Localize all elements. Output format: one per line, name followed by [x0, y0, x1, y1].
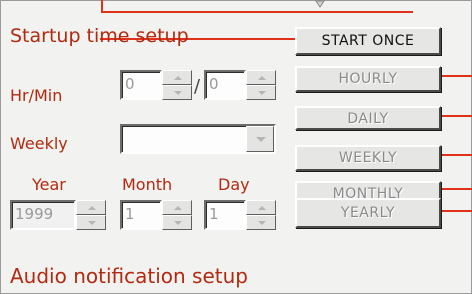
spin-up-icon	[174, 206, 182, 210]
start-once-label: START ONCE	[321, 33, 415, 49]
chevron-down-icon	[256, 137, 266, 142]
spin-down-icon	[258, 221, 266, 225]
day-up-button[interactable]	[246, 200, 276, 215]
daily-button[interactable]: DAILY	[295, 106, 441, 130]
time-separator: /	[194, 76, 201, 97]
minute-up-button[interactable]	[246, 70, 276, 85]
connector-line-yearly	[440, 210, 472, 212]
minute-down-button[interactable]	[246, 85, 276, 100]
year-value: 1999	[15, 205, 54, 223]
minute-spinner[interactable]	[246, 70, 276, 100]
month-up-button[interactable]	[162, 200, 192, 215]
hour-down-button[interactable]	[162, 85, 192, 100]
weekly-label: Weekly	[10, 134, 68, 153]
day-spinner[interactable]	[246, 200, 276, 230]
hour-input[interactable]: 0	[120, 70, 162, 100]
yearly-button[interactable]: YEARLY	[295, 198, 441, 228]
weekly-select[interactable]	[120, 124, 276, 154]
spin-down-icon	[258, 91, 266, 95]
hour-up-button[interactable]	[162, 70, 192, 85]
start-once-button[interactable]: START ONCE	[295, 27, 441, 55]
month-down-button[interactable]	[162, 215, 192, 230]
hourly-label: HOURLY	[338, 71, 398, 87]
hour-spinner[interactable]	[162, 70, 192, 100]
connector-line-weekly	[440, 154, 472, 156]
year-down-button[interactable]	[76, 215, 106, 230]
audio-section-title: Audio notification setup	[10, 264, 248, 288]
year-spinner[interactable]	[76, 200, 106, 230]
year-label: Year	[32, 175, 66, 194]
spin-up-icon	[258, 76, 266, 80]
startup-section-title: Startup time setup	[10, 25, 189, 47]
day-label: Day	[218, 175, 250, 194]
spin-up-icon	[88, 206, 96, 210]
weekly-dropdown-button[interactable]	[246, 126, 274, 152]
weekly-button[interactable]: WEEKLY	[295, 145, 441, 171]
day-input[interactable]: 1	[204, 200, 246, 230]
minute-value: 0	[209, 75, 219, 93]
hourly-button[interactable]: HOURLY	[295, 66, 441, 92]
connector-line-daily	[440, 115, 472, 117]
spin-up-icon	[174, 76, 182, 80]
month-label: Month	[122, 175, 173, 194]
year-up-button[interactable]	[76, 200, 106, 215]
connector-line-top-horizontal	[101, 11, 413, 13]
day-down-button[interactable]	[246, 215, 276, 230]
yearly-label: YEARLY	[340, 205, 396, 221]
spin-up-icon	[258, 206, 266, 210]
month-input[interactable]: 1	[120, 200, 162, 230]
weekly-button-label: WEEKLY	[338, 150, 398, 166]
drag-handle-icon[interactable]	[315, 0, 325, 8]
daily-label: DAILY	[347, 111, 389, 127]
month-value: 1	[125, 205, 135, 223]
day-value: 1	[209, 205, 219, 223]
year-input[interactable]: 1999	[10, 200, 76, 230]
hour-value: 0	[125, 75, 135, 93]
minute-input[interactable]: 0	[204, 70, 246, 100]
spin-down-icon	[174, 221, 182, 225]
month-spinner[interactable]	[162, 200, 192, 230]
spin-down-icon	[174, 91, 182, 95]
spin-down-icon	[88, 221, 96, 225]
hrmin-label: Hr/Min	[10, 86, 63, 105]
connector-line-hourly	[440, 75, 472, 77]
connector-line-monthly	[440, 188, 472, 190]
